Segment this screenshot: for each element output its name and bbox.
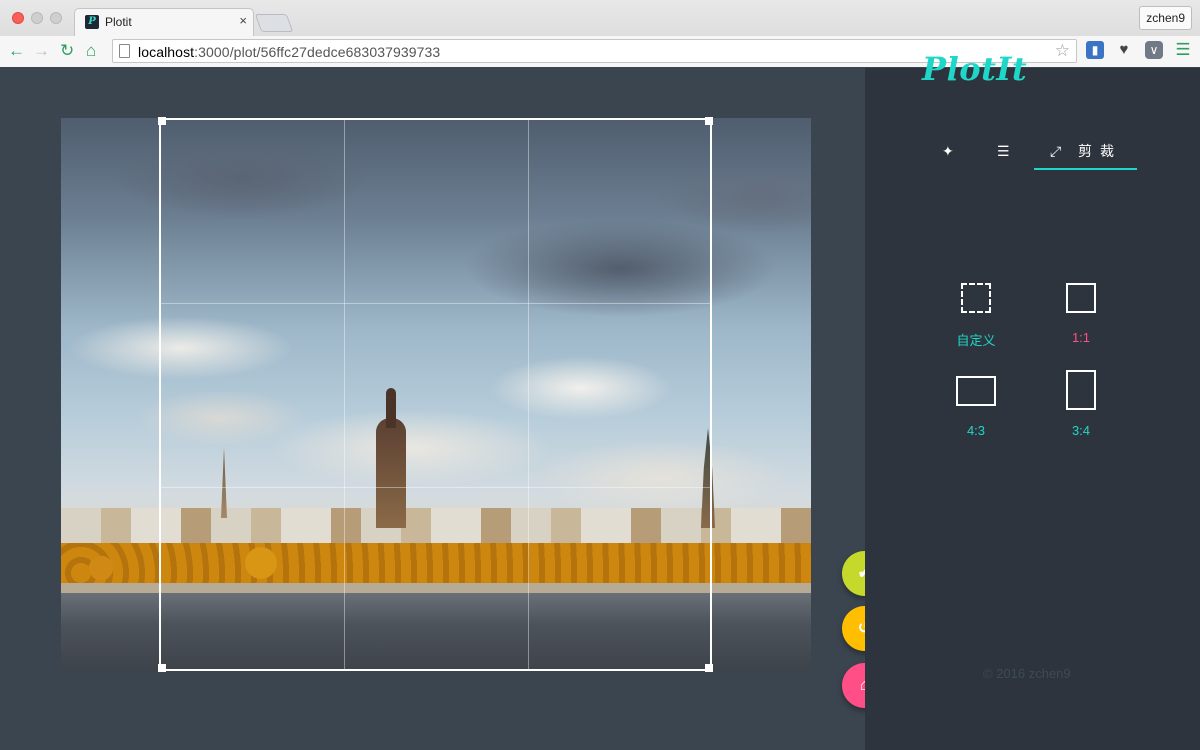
ratio-4-3-option[interactable]: 4:3 — [936, 370, 1016, 460]
tool-tabs: ✦ ☰ ⤢ 剪裁 — [930, 140, 1140, 170]
sliders-icon[interactable]: ☰ — [997, 140, 1010, 170]
crop-handle-top-right[interactable] — [705, 117, 713, 125]
crop-handle-top-left[interactable] — [158, 117, 166, 125]
extension-evernote-icon[interactable]: ♥ — [1115, 41, 1133, 59]
home-icon[interactable]: ⌂ — [86, 41, 96, 61]
menu-icon[interactable]: ☰ — [1174, 41, 1192, 59]
ratio-custom-option[interactable]: 自定义 — [936, 278, 1016, 368]
tab-close-icon[interactable]: × — [239, 13, 247, 28]
zoom-window-button[interactable] — [50, 12, 62, 24]
ratio-4-3-label: 4:3 — [966, 423, 986, 438]
url-path: :3000/plot/56ffc27dedce683037939733 — [194, 44, 441, 60]
landscape-rect-icon — [956, 376, 996, 406]
tab-crop-label: 剪裁 — [1078, 143, 1122, 159]
page-icon — [119, 44, 130, 58]
crop-box[interactable] — [158, 117, 713, 672]
url-text[interactable]: localhost:3000/plot/56ffc27dedce68303793… — [138, 44, 440, 60]
tab-title: Plotit — [105, 15, 132, 29]
crop-handle-bottom-right[interactable] — [705, 664, 713, 672]
reload-icon[interactable]: ↻ — [60, 41, 74, 61]
plotit-favicon-icon: P — [85, 15, 99, 29]
square-icon — [1066, 283, 1096, 313]
tab-crop[interactable]: ⤢ 剪裁 — [1034, 140, 1137, 170]
extension-pocket-icon[interactable]: ∨ — [1145, 41, 1163, 59]
editor-stage — [0, 68, 865, 750]
expand-arrows-icon: ⤢ — [1050, 143, 1062, 159]
plotit-app: ✔ ↺ ⌂ — [0, 68, 1200, 750]
crop-grid-line — [528, 120, 529, 669]
bookmark-star-icon[interactable]: ☆ — [1055, 41, 1070, 61]
close-window-button[interactable] — [12, 12, 24, 24]
footer-copyright: © 2016 zchen9 — [983, 666, 1071, 681]
tool-sidebar — [865, 68, 1200, 750]
minimize-window-button[interactable] — [31, 12, 43, 24]
ratio-1-1-label: 1:1 — [1071, 330, 1091, 345]
ratio-custom-label: 自定义 — [956, 333, 996, 348]
crop-grid-line — [161, 487, 710, 488]
app-logo: PlotIt — [922, 50, 1028, 88]
crop-grid-line — [161, 303, 710, 304]
url-host: localhost — [138, 44, 195, 60]
dashed-square-icon — [961, 283, 991, 313]
ratio-3-4-label: 3:4 — [1071, 423, 1091, 438]
crop-grid-line — [344, 120, 345, 669]
new-tab-button[interactable] — [254, 14, 294, 32]
back-arrow-icon[interactable]: ← — [8, 41, 25, 61]
ratio-1-1-option[interactable]: 1:1 — [1041, 278, 1121, 368]
magic-wand-icon[interactable]: ✦ — [942, 140, 954, 170]
browser-tab[interactable]: P Plotit × — [74, 8, 254, 36]
extension-book-icon[interactable]: ▮ — [1086, 41, 1104, 59]
portrait-rect-icon — [1066, 370, 1096, 410]
forward-arrow-icon[interactable]: → — [33, 41, 50, 61]
profile-button[interactable]: zchen9 — [1139, 6, 1192, 30]
tab-strip: P Plotit × zchen9 — [0, 0, 1200, 36]
crop-handle-bottom-left[interactable] — [158, 664, 166, 672]
ratio-3-4-option[interactable]: 3:4 — [1041, 370, 1121, 460]
